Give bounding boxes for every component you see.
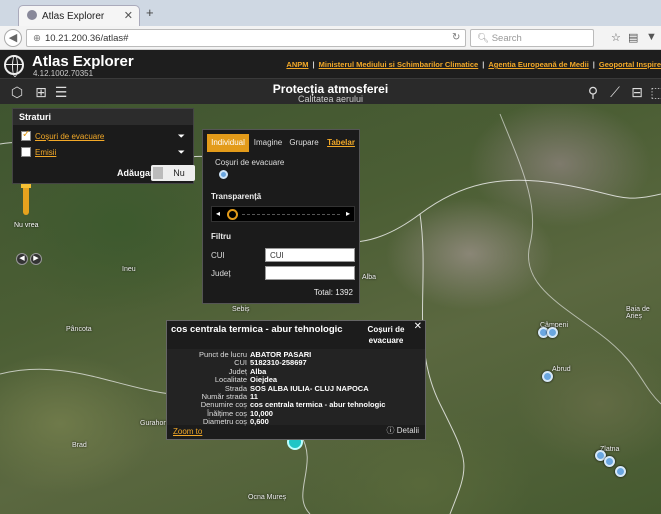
legend-marker-icon <box>219 170 228 179</box>
layers-panel: Straturi Coșuri de evacuare ⏷ Emisii ⏷ A… <box>12 108 195 184</box>
overlay-label: Nu vrea <box>14 222 39 229</box>
link-geoportal[interactable]: Geoportal Inspire <box>599 60 661 69</box>
zoom-to-link[interactable]: Zoom to <box>173 427 202 436</box>
header-links: ANPM | Ministerul Mediului si Schimbarilor… <box>286 60 661 69</box>
place-label: Alba <box>362 274 377 281</box>
attribute-row: CUI 5182310-258697 <box>234 358 307 368</box>
info-icon: ⓘ <box>386 426 397 435</box>
page-subtitle: Calitatea aerului <box>297 94 364 104</box>
tab-tabelar[interactable]: Tabelar <box>323 134 359 152</box>
link-ministerul[interactable]: Ministerul Mediului si Schimbarilor Clim… <box>319 60 479 69</box>
attribute-row: Județ Alba <box>228 366 267 376</box>
browser-tab[interactable]: Atlas Explorer ✕ <box>18 5 140 26</box>
globe-icon: ⊕ <box>33 33 41 44</box>
pocket-icon[interactable]: ▼ <box>646 31 657 43</box>
more-icon[interactable]: ⬚ <box>648 83 661 101</box>
app-header: Atlas Explorer 4.12.1002.70351 ANPM | Mini… <box>0 50 661 78</box>
search-placeholder: Search <box>491 33 522 44</box>
map-marker[interactable] <box>604 456 615 467</box>
legend-label: Coșuri de evacuare <box>215 158 285 167</box>
search-icon: 🔍︎ <box>477 33 492 44</box>
favicon-icon <box>27 10 37 20</box>
layer-item-cosuri[interactable]: Coșuri de evacuare ⏷ <box>21 129 189 143</box>
url-text: 10.21.200.36/atlas# <box>44 33 129 44</box>
cui-label: CUI <box>211 251 225 260</box>
browser-tabbar: Atlas Explorer ✕ + <box>0 0 661 26</box>
filter-icon[interactable]: ⏷ <box>178 147 185 158</box>
map-marker[interactable] <box>615 466 626 477</box>
slider-left-icon[interactable]: ◂ <box>216 209 220 218</box>
transparency-label: Transparență <box>211 192 262 201</box>
layer-item-emisii[interactable]: Emisii ⏷ <box>21 147 189 159</box>
pan-left-button[interactable]: ◀ <box>16 253 28 265</box>
globe-logo-icon <box>4 55 24 77</box>
compare-icon[interactable]: ⊟ <box>628 83 646 101</box>
search-input[interactable]: 🔍︎ Search <box>470 29 594 47</box>
tab-individual[interactable]: Individual <box>207 134 249 152</box>
filter-label: Filtru <box>211 232 231 241</box>
browser-navbar: ◀ ⊕ 10.21.200.36/atlas# ↻ 🔍︎ Search ☆ ▤ ▼ <box>0 26 661 50</box>
judet-input[interactable] <box>265 266 355 280</box>
place-label: Gurahonț <box>140 420 170 427</box>
place-label: Sebiș <box>232 306 250 313</box>
close-tab-icon[interactable]: ✕ <box>124 9 133 22</box>
popup-layer: Coșuri de evacuare <box>367 325 405 345</box>
link-anpm[interactable]: ANPM <box>286 60 308 69</box>
place-label: Abrud <box>552 366 571 373</box>
feature-popup: cos centrala termica - abur tehnologic C… <box>166 320 426 440</box>
cui-input[interactable]: CUI <box>265 248 355 262</box>
popup-attributes: Punct de lucru ABATOR PASARI CUI 5182310-2… <box>167 349 425 427</box>
map-marker[interactable] <box>547 327 558 338</box>
tab-title: Atlas Explorer <box>42 11 105 22</box>
address-bar[interactable]: ⊕ 10.21.200.36/atlas# <box>26 29 466 47</box>
app-version: 4.12.1002.70351 <box>33 69 94 78</box>
layers-header: Straturi <box>13 109 193 125</box>
search-map-icon[interactable]: ⚲ <box>584 83 602 101</box>
total-count: Total: 1392 <box>313 288 353 297</box>
filter-icon[interactable]: ⏷ <box>178 131 185 142</box>
layer-checkbox[interactable] <box>21 147 31 157</box>
layer-checkbox[interactable] <box>21 129 31 141</box>
close-icon[interactable]: ✕ <box>414 321 422 332</box>
add-toggle[interactable]: Nu <box>151 165 195 181</box>
place-label: Brad <box>72 442 87 449</box>
transparency-slider[interactable]: ◂ ▸ <box>211 206 355 222</box>
details-button[interactable]: ⓘ Detalii <box>387 425 419 436</box>
judet-label: Județ <box>211 269 231 278</box>
app-toolbar: ⬡ ⊞ ☰ Protecția atmosferei Calitatea aer… <box>0 78 661 104</box>
app-title: Atlas Explorer <box>32 53 134 70</box>
place-label: Ocna Mureș <box>248 494 287 501</box>
back-button[interactable]: ◀ <box>4 29 22 47</box>
filter-panel: Individual Imagine Grupare Tabelar Coșur… <box>202 129 360 304</box>
reload-icon[interactable]: ↻ <box>452 32 460 43</box>
tab-grupare[interactable]: Grupare <box>287 134 321 152</box>
layer-label[interactable]: Emisii <box>35 148 56 157</box>
tab-imagine[interactable]: Imagine <box>251 134 285 152</box>
place-label: Baia de Arieș <box>626 306 650 320</box>
map-marker[interactable] <box>542 371 553 382</box>
bookmark-star-icon[interactable]: ☆ <box>611 31 621 44</box>
new-tab-icon[interactable]: + <box>146 5 154 20</box>
slider-right-icon[interactable]: ▸ <box>346 209 350 218</box>
slider-knob[interactable] <box>227 209 238 220</box>
link-agentia[interactable]: Agentia Europeană de Medii <box>488 60 588 69</box>
attribute-row: Diametru coș 0,600 <box>202 417 269 427</box>
layer-label[interactable]: Coșuri de evacuare <box>35 132 104 141</box>
place-label: Ineu <box>122 266 136 273</box>
zoom-slider-track[interactable] <box>23 185 29 215</box>
place-label: Pâncota <box>66 326 92 333</box>
pan-right-button[interactable]: ▶ <box>30 253 42 265</box>
bookmarks-icon[interactable]: ▤ <box>628 31 638 44</box>
measure-icon[interactable]: ⟋ <box>606 83 624 101</box>
popup-title: cos centrala termica - abur tehnologic <box>171 324 343 335</box>
